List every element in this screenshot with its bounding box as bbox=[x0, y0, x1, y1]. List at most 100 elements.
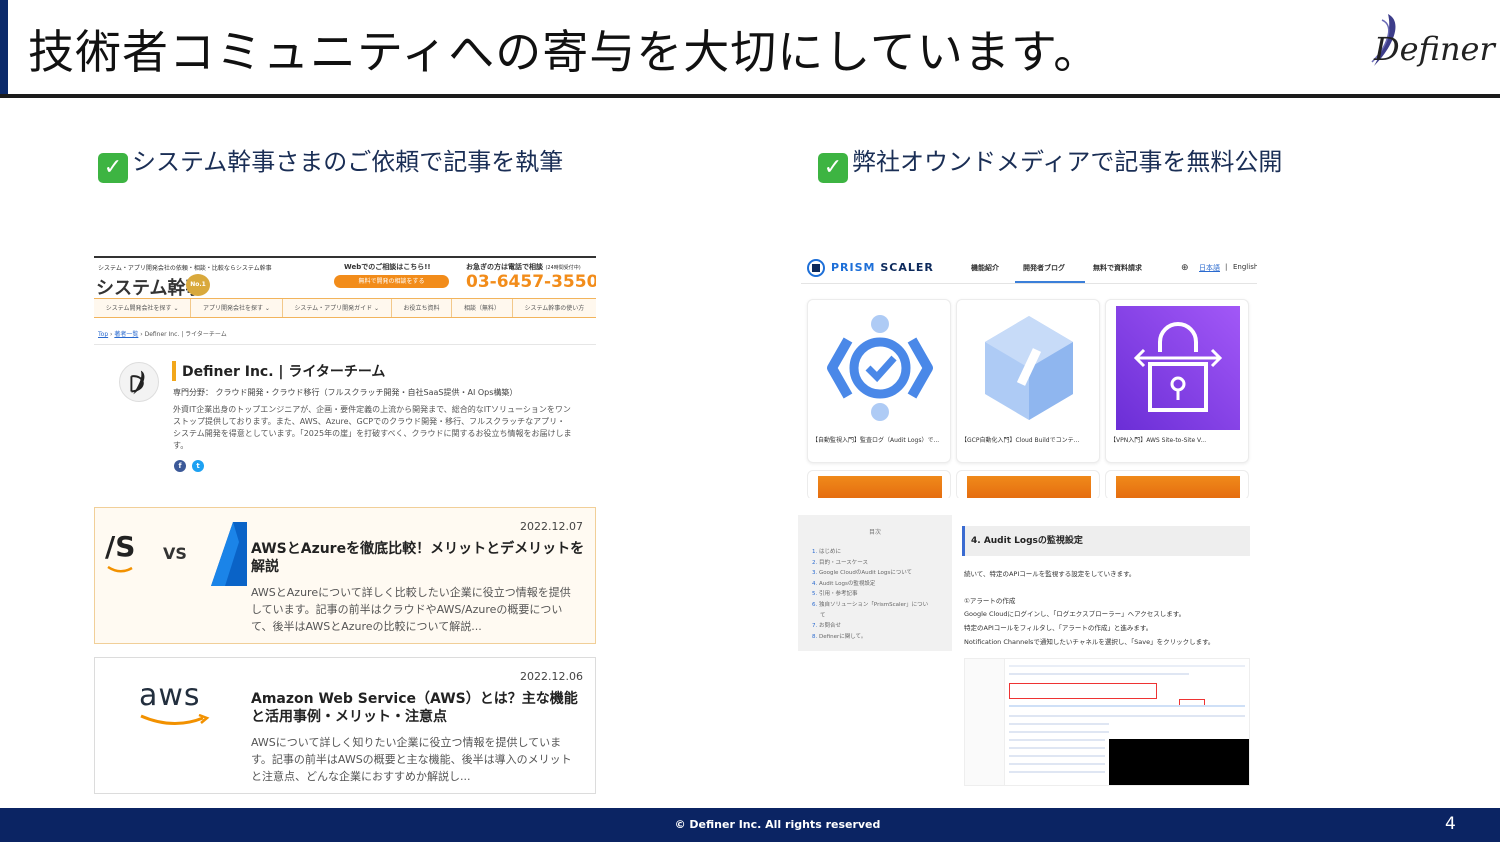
section-heading: 4. Audit Logsの監視設定 bbox=[962, 526, 1250, 556]
article-excerpt: AWSとAzureについて詳しく比較したい企業に役立つ情報を提供しています。記事… bbox=[251, 586, 571, 633]
article-text: Google Cloudにログインし、「ログエクスプローラー」へアクセスします。 bbox=[964, 610, 1186, 618]
toc-number: 8. bbox=[812, 633, 818, 640]
nav-item[interactable]: アプリ開発会社を探す ⌄ bbox=[191, 299, 283, 317]
article-screenshot: 目次 1. はじめに 2. 目的・ユースケース 3. Google Cloudの… bbox=[796, 512, 1264, 788]
twitter-icon[interactable]: t bbox=[192, 460, 204, 472]
blog-card[interactable]: 【自動監視入門】監査ログ（Audit Logs）で... bbox=[807, 299, 951, 463]
toc-label: Definerに関して。 bbox=[819, 633, 867, 640]
breadcrumb-list[interactable]: 著者一覧 bbox=[114, 331, 138, 338]
toc-number: 2. bbox=[812, 559, 818, 566]
site-header: PRISM SCALER 機能紹介 開発者ブログ 無料で資料請求 ⊕ 日本語 |… bbox=[801, 252, 1257, 284]
blog-card-partial[interactable] bbox=[956, 470, 1100, 498]
blog-card[interactable]: 【VPN入門】AWS Site-to-Site V... bbox=[1105, 299, 1249, 463]
toc-item[interactable]: 3. Google CloudのAudit Logsについて bbox=[812, 568, 946, 579]
toc-item[interactable]: 7. お問合せ bbox=[812, 621, 946, 632]
highlight-box bbox=[1009, 683, 1157, 699]
article-title[interactable]: Amazon Web Service（AWS）とは？主な機能と活用事例・メリット… bbox=[251, 690, 587, 726]
toc-item[interactable]: 4. Audit Logsの監視設定 bbox=[812, 579, 946, 590]
aws-smile-icon bbox=[140, 714, 210, 726]
toc-item[interactable]: 5. 引用・参考記事 bbox=[812, 589, 946, 600]
site-tagline: システム・アプリ開発会社の依頼・相談・比較ならシステム幹事 bbox=[98, 265, 272, 272]
blog-card-title[interactable]: 【VPN入門】AWS Site-to-Site V... bbox=[1110, 436, 1246, 446]
lang-japanese[interactable]: 日本語 bbox=[1199, 263, 1220, 273]
azure-logo-icon bbox=[211, 522, 247, 586]
left-section-heading: ✓ システム幹事さまのご依頼で記事を執筆 bbox=[98, 142, 563, 183]
article-card[interactable]: /S VS 2022.12.07 AWSとAzureを徹底比較！メリットとデメリ… bbox=[94, 507, 596, 644]
nav-request-docs[interactable]: 無料で資料請求 bbox=[1093, 263, 1142, 273]
toc-label: お問合せ bbox=[819, 623, 842, 630]
brand-part-b: SCALER bbox=[880, 261, 934, 274]
site-brand[interactable]: PRISM SCALER bbox=[831, 261, 934, 274]
toc-item[interactable]: 8. Definerに関して。 bbox=[812, 632, 946, 643]
logo-text: Definer bbox=[1374, 30, 1495, 68]
toc-item[interactable]: て bbox=[812, 611, 946, 622]
console-toolbar bbox=[1009, 665, 1245, 667]
nav-item[interactable]: 相談（無料） bbox=[452, 299, 513, 317]
table-of-contents: 目次 1. はじめに 2. 目的・ユースケース 3. Google Cloudの… bbox=[798, 515, 952, 651]
console-row bbox=[1009, 763, 1105, 765]
prismscaler-logo-icon bbox=[807, 259, 825, 277]
toc-number: 6. bbox=[812, 601, 818, 608]
title-accent-bar bbox=[0, 0, 8, 96]
toc-label: 目的・ユースケース bbox=[819, 559, 868, 566]
toc-item[interactable]: 2. 目的・ユースケース bbox=[812, 558, 946, 569]
facebook-icon[interactable]: f bbox=[174, 460, 186, 472]
phone-label-text: お急ぎの方は電話で相談 bbox=[466, 263, 543, 271]
toc-list: 1. はじめに 2. 目的・ユースケース 3. Google CloudのAud… bbox=[812, 547, 946, 642]
card-thumbnail bbox=[1116, 476, 1240, 498]
prismscaler-blog-screenshot: PRISM SCALER 機能紹介 開発者ブログ 無料で資料請求 ⊕ 日本語 |… bbox=[801, 252, 1257, 498]
nav-item[interactable]: お役立ち資料 bbox=[392, 299, 453, 317]
blog-card[interactable]: 【GCP自動化入門】Cloud Buildでコンテ... bbox=[956, 299, 1100, 463]
article-date: 2022.12.06 bbox=[520, 670, 583, 683]
lang-english[interactable]: English bbox=[1233, 263, 1257, 271]
console-row bbox=[1009, 739, 1105, 741]
site-top-border bbox=[94, 256, 596, 258]
slide-header: 技術者コミュニティへの寄与を大切にしています。 Definer bbox=[0, 0, 1500, 98]
toc-label: Google CloudのAudit Logsについて bbox=[819, 570, 913, 577]
toc-number: 7. bbox=[812, 623, 818, 630]
toc-number: 3. bbox=[812, 570, 818, 577]
toc-label: はじめに bbox=[819, 549, 842, 555]
toc-number: 5. bbox=[812, 591, 818, 598]
article-title[interactable]: AWSとAzureを徹底比較！メリットとデメリットを解説 bbox=[251, 540, 587, 576]
cloud-build-icon bbox=[967, 306, 1091, 430]
article-card[interactable]: aws 2022.12.06 Amazon Web Service（AWS）とは… bbox=[94, 657, 596, 794]
check-icon: ✓ bbox=[98, 153, 128, 183]
blog-card-title[interactable]: 【GCP自動化入門】Cloud Buildでコンテ... bbox=[961, 436, 1097, 446]
toc-item[interactable]: 6. 独自ソリューション「PrismScaler」につい bbox=[812, 600, 946, 611]
author-bio: 外資IT企業出身のトップエンジニアが、企画・要件定義の上流から開発まで、総合的な… bbox=[173, 405, 572, 450]
console-sidebar bbox=[965, 659, 1005, 785]
nav-item[interactable]: システム幹事の使い方 bbox=[513, 299, 596, 317]
console-row bbox=[1009, 673, 1189, 675]
consult-button[interactable]: 無料で開発の相談をする bbox=[334, 275, 449, 288]
article-text: 続いて、特定のAPIコールを監視する設定をしていきます。 bbox=[964, 570, 1136, 578]
toc-label: Audit Logsの監視設定 bbox=[819, 580, 876, 587]
breadcrumb-top[interactable]: Top bbox=[98, 331, 108, 338]
blog-card-partial[interactable] bbox=[1105, 470, 1249, 498]
phone-number[interactable]: 03-6457-3550 bbox=[466, 272, 596, 292]
toc-label: て bbox=[820, 612, 826, 619]
breadcrumb-current: Definer Inc. | ライターチーム bbox=[144, 331, 227, 338]
audit-log-icon bbox=[818, 306, 942, 430]
article-subheading: ①アラートの作成 bbox=[964, 597, 1016, 605]
phone-note: (24時間受付中) bbox=[545, 265, 581, 271]
card-thumbnail bbox=[967, 476, 1091, 498]
author-field: 専門分野： クラウド開発・クラウド移行（フルスクラッチ開発・自社SaaS提供・A… bbox=[173, 388, 518, 397]
nav-blog[interactable]: 開発者ブログ bbox=[1023, 263, 1065, 273]
redacted-area bbox=[1109, 739, 1249, 785]
author-name: Definer Inc. | ライターチーム bbox=[172, 361, 385, 381]
nav-item[interactable]: システム開発会社を探す ⌄ bbox=[94, 299, 192, 317]
brand-part-a: PRISM bbox=[831, 261, 876, 274]
site-nav: システム開発会社を探す ⌄ アプリ開発会社を探す ⌄ システム・アプリ開発ガイド… bbox=[94, 298, 596, 318]
nav-item[interactable]: システム・アプリ開発ガイド ⌄ bbox=[283, 299, 392, 317]
blog-card-partial[interactable] bbox=[807, 470, 951, 498]
author-avatar bbox=[119, 362, 159, 402]
blog-card-title[interactable]: 【自動監視入門】監査ログ（Audit Logs）で... bbox=[812, 436, 948, 446]
title-underline bbox=[0, 94, 1500, 98]
right-heading-text: 弊社オウンドメディアで記事を無料公開 bbox=[852, 148, 1283, 176]
page-number: 4 bbox=[1445, 814, 1456, 834]
nav-features[interactable]: 機能紹介 bbox=[971, 263, 999, 273]
toc-item[interactable]: 1. はじめに bbox=[812, 547, 946, 558]
active-tab-indicator bbox=[1015, 281, 1085, 283]
toc-heading: 目次 bbox=[868, 529, 881, 536]
